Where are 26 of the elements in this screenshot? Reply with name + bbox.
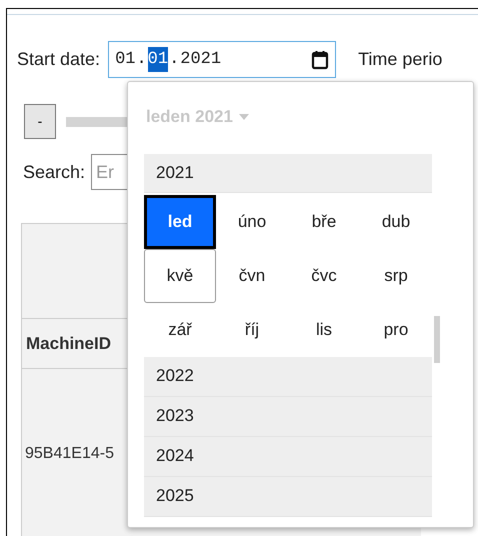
zoom-out-button[interactable]: - xyxy=(24,104,56,139)
date-segment[interactable]: 01 xyxy=(148,46,168,72)
date-segment[interactable]: 01 xyxy=(115,46,136,72)
calendar-icon[interactable] xyxy=(311,50,330,70)
date-separator: . xyxy=(136,48,147,71)
date-segment[interactable]: 2021 xyxy=(180,46,222,72)
month-button[interactable]: úno xyxy=(216,194,288,248)
date-input[interactable]: 01.01.2021 xyxy=(108,41,336,78)
month-button[interactable]: bře xyxy=(288,194,360,248)
month-button[interactable]: led xyxy=(144,194,216,248)
date-separator: . xyxy=(169,48,180,71)
caret-icon xyxy=(238,114,249,120)
year-row[interactable]: 2025 xyxy=(144,476,432,516)
scrollbar-thumb[interactable] xyxy=(434,316,440,362)
year-row[interactable]: 2023 xyxy=(144,396,432,436)
year-row[interactable]: 2022 xyxy=(144,356,432,396)
month-button[interactable]: srp xyxy=(360,248,432,302)
year-row[interactable]: 2021 xyxy=(144,154,432,192)
month-button[interactable]: čvc xyxy=(288,248,360,302)
time-period-label: Time perio xyxy=(358,48,442,71)
month-button[interactable]: kvě xyxy=(144,248,216,302)
month-button[interactable]: čvn xyxy=(216,248,288,302)
start-date-label: Start date: xyxy=(17,48,100,71)
year-row[interactable]: 2024 xyxy=(144,436,432,476)
search-label: Search: xyxy=(23,160,86,184)
month-button[interactable]: dub xyxy=(360,194,432,248)
